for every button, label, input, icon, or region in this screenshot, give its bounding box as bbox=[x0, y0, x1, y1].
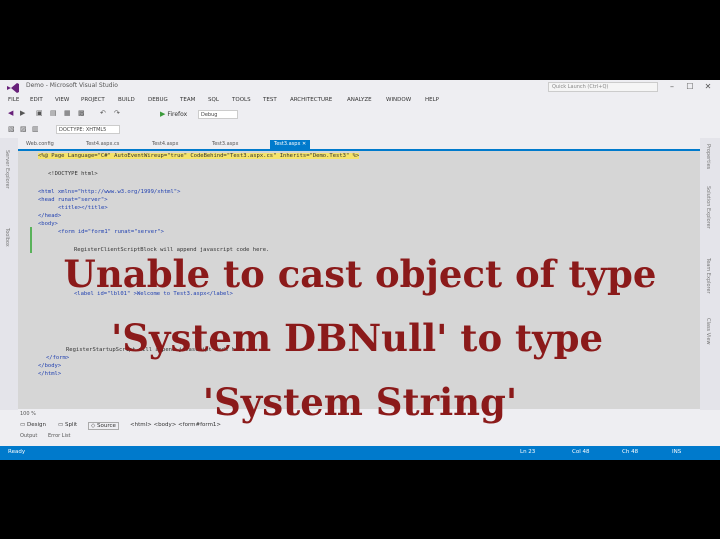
tab-test3-aspx[interactable]: Test3.aspx bbox=[208, 140, 242, 149]
menu-project[interactable]: PROJECT bbox=[81, 97, 105, 103]
output-tabs: Output Error List bbox=[18, 432, 700, 442]
server-explorer-tab[interactable]: Server Explorer bbox=[4, 150, 10, 189]
menu-team[interactable]: TEAM bbox=[180, 97, 195, 103]
document-tabs: Web.config Test4.aspx.cs Test4.aspx Test… bbox=[18, 138, 700, 149]
solution-config-select[interactable]: Debug bbox=[198, 110, 238, 119]
code-form-open: <form id="form1" runat="server"> bbox=[58, 229, 164, 235]
menu-debug[interactable]: DEBUG bbox=[148, 97, 168, 103]
menu-window[interactable]: WINDOW bbox=[386, 97, 411, 103]
menu-test[interactable]: TEST bbox=[263, 97, 277, 103]
undo-icon[interactable]: ↶ bbox=[100, 109, 106, 117]
overlay-caption-line-3: 'System String' bbox=[202, 380, 518, 424]
format-icon[interactable]: ▧ bbox=[8, 125, 15, 133]
menu-analyze[interactable]: ANALYZE bbox=[347, 97, 372, 103]
properties-tab[interactable]: Properties bbox=[705, 144, 711, 169]
quick-launch-input[interactable]: Quick Launch (Ctrl+Q) bbox=[548, 82, 658, 92]
play-icon: ▶ bbox=[160, 110, 166, 118]
code-page-directive: <%@ Page Language="C#" AutoEventWireup="… bbox=[38, 153, 360, 159]
design-view-button[interactable]: ▭ Design bbox=[20, 422, 46, 428]
forward-icon[interactable]: ▶ bbox=[20, 109, 25, 117]
back-icon[interactable]: ◀ bbox=[8, 109, 13, 117]
code-title: <title></title> bbox=[58, 205, 108, 211]
save-all-icon[interactable]: ▩ bbox=[78, 109, 85, 117]
tab-web-config[interactable]: Web.config bbox=[22, 140, 58, 149]
menu-bar: FILE EDIT VIEW PROJECT BUILD DEBUG TEAM … bbox=[0, 96, 720, 107]
start-debug-button[interactable]: ▶ Firefox bbox=[160, 110, 187, 118]
menu-sql[interactable]: SQL bbox=[208, 97, 219, 103]
code-body-close: </body> bbox=[38, 363, 62, 369]
toolbox-tab[interactable]: Toolbox bbox=[4, 228, 10, 247]
redo-icon[interactable]: ↷ bbox=[114, 109, 120, 117]
tab-test3-aspx-active[interactable]: Test3.aspx ✕ bbox=[270, 140, 311, 149]
menu-edit[interactable]: EDIT bbox=[30, 97, 43, 103]
menu-file[interactable]: FILE bbox=[8, 97, 19, 103]
maximize-icon[interactable]: ☐ bbox=[682, 81, 698, 93]
status-line: Ln 23 bbox=[520, 449, 536, 455]
split-view-button[interactable]: ▭ Split bbox=[58, 422, 77, 428]
code-head-open: <head runat="server"> bbox=[38, 197, 108, 203]
menu-help[interactable]: HELP bbox=[425, 97, 439, 103]
status-column: Col 48 bbox=[572, 449, 590, 455]
source-view-button[interactable]: ◇ Source bbox=[88, 422, 119, 430]
code-html-close: </html> bbox=[38, 371, 62, 377]
design-label: Design bbox=[26, 422, 46, 428]
minimize-icon[interactable]: – bbox=[664, 81, 680, 93]
standard-toolbar: ◀ ▶ ▣ ▤ ▦ ▩ ↶ ↷ bbox=[0, 108, 720, 122]
status-bar: Ready Ln 23 Col 48 Ch 48 INS bbox=[0, 446, 720, 460]
status-char: Ch 48 bbox=[622, 449, 639, 455]
menu-view[interactable]: VIEW bbox=[55, 97, 69, 103]
status-insert-mode: INS bbox=[672, 449, 682, 455]
run-target-label: Firefox bbox=[167, 111, 188, 118]
split-label: Split bbox=[64, 422, 78, 428]
menu-tools[interactable]: TOOLS bbox=[232, 97, 251, 103]
comment-icon[interactable]: ▨ bbox=[20, 125, 27, 133]
window-title: Demo - Microsoft Visual Studio bbox=[26, 82, 118, 89]
indent-icon[interactable]: ▥ bbox=[32, 125, 39, 133]
source-label: Source bbox=[96, 423, 116, 429]
code-body-open: <body> bbox=[38, 221, 58, 227]
overlay-caption-line-2: 'System DBNull' to type bbox=[110, 316, 604, 360]
title-bar: Demo - Microsoft Visual Studio Quick Lau… bbox=[0, 80, 720, 96]
change-marker bbox=[30, 227, 32, 253]
code-doctype: <!DOCTYPE html> bbox=[48, 171, 98, 177]
new-project-icon[interactable]: ▣ bbox=[36, 109, 43, 117]
code-head-close: </head> bbox=[38, 213, 62, 219]
tab-output[interactable]: Output bbox=[20, 433, 37, 439]
menu-build[interactable]: BUILD bbox=[118, 97, 135, 103]
code-html-open: <html xmlns="http://www.w3.org/1999/xhtm… bbox=[38, 189, 181, 195]
doctype-select[interactable]: DOCTYPE: XHTML5 bbox=[56, 125, 120, 134]
tab-error-list[interactable]: Error List bbox=[48, 433, 71, 439]
html-toolbar: ▧ ▨ ▥ DOCTYPE: XHTML5 bbox=[0, 123, 720, 137]
overlay-caption-line-1: Unable to cast object of type bbox=[63, 252, 657, 296]
save-icon[interactable]: ▦ bbox=[64, 109, 71, 117]
status-ready: Ready bbox=[8, 449, 26, 455]
close-icon[interactable]: ✕ bbox=[700, 81, 716, 93]
visual-studio-logo-icon bbox=[7, 83, 19, 93]
tab-test4-aspx[interactable]: Test4.aspx bbox=[148, 140, 182, 149]
tab-test4-aspx-cs[interactable]: Test4.aspx.cs bbox=[82, 140, 123, 149]
menu-architecture[interactable]: ARCHITECTURE bbox=[290, 97, 332, 103]
open-file-icon[interactable]: ▤ bbox=[50, 109, 57, 117]
solution-explorer-tab[interactable]: Solution Explorer bbox=[705, 186, 711, 229]
